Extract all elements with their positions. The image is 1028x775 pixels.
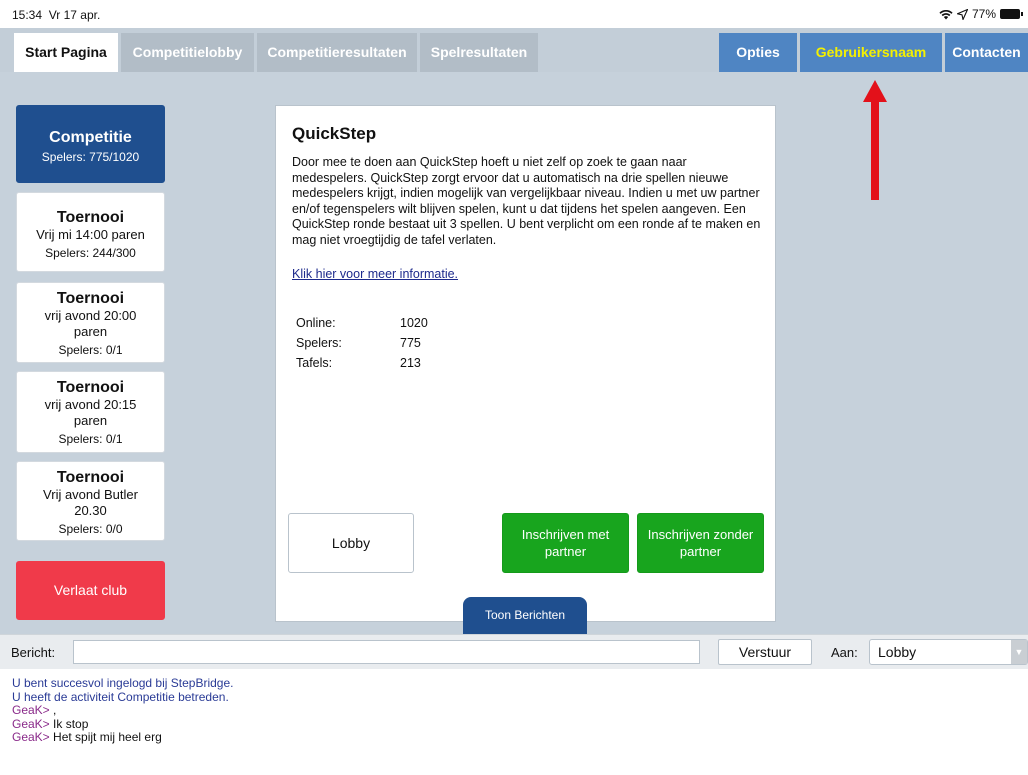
sidebar-item-competitie[interactable]: Competitie Spelers: 775/1020 (16, 105, 165, 183)
register-with-partner-button[interactable]: Inschrijven met partner (502, 513, 629, 573)
message-label: Bericht: (11, 645, 56, 660)
sidebar-item-title: Toernooi (56, 469, 125, 486)
chat-line: U bent succesvol ingelogd bij StepBridge… (12, 676, 234, 690)
stat-row-spelers: Spelers: 775 (296, 336, 428, 356)
panel-description: Door mee te doen aan QuickStep hoeft u n… (292, 155, 761, 247)
chat-log: U bent succesvol ingelogd bij StepBridge… (0, 669, 1028, 775)
sidebar-item-toernooi-4[interactable]: Toernooi Vrij avond Butler 20.30 Spelers… (16, 461, 165, 541)
stat-value: 1020 (400, 316, 428, 330)
more-info-link[interactable]: Klik hier voor meer informatie. (292, 267, 458, 281)
chat-nick: GeaK> (12, 703, 50, 717)
battery-percentage: 77% (971, 7, 996, 21)
sidebar-item-title: Toernooi (56, 290, 125, 307)
tab-bar: Start Pagina Competitielobby Competitier… (0, 28, 1028, 72)
chat-line: GeaK> Het spijt mij heel erg (12, 730, 1016, 745)
sidebar-item-players: Spelers: 0/1 (58, 432, 123, 446)
status-date: Vr 17 apr. (48, 8, 101, 22)
tab-spelresultaten[interactable]: Spelresultaten (420, 33, 538, 72)
tab-competitieresultaten[interactable]: Competitieresultaten (257, 33, 417, 72)
chat-nick: GeaK> (12, 730, 50, 744)
tab-opties[interactable]: Opties (719, 33, 797, 72)
recipient-select[interactable]: Lobby ▼ (869, 639, 1028, 665)
sidebar-item-title: Toernooi (56, 379, 125, 396)
register-without-partner-button[interactable]: Inschrijven zonder partner (637, 513, 764, 573)
wifi-icon (939, 9, 953, 19)
status-right: 77% (939, 7, 1023, 21)
status-time-date: 15:34 Vr 17 apr. (12, 8, 100, 22)
lobby-button[interactable]: Lobby (288, 513, 414, 573)
tab-competitielobby[interactable]: Competitielobby (121, 33, 254, 72)
sidebar-item-players: Spelers: 0/0 (58, 522, 123, 536)
stat-label: Online: (296, 316, 336, 330)
sidebar-item-players: Spelers: 775/1020 (41, 150, 140, 164)
tab-gebruikersnaam[interactable]: Gebruikersnaam (800, 33, 942, 72)
panel-title: QuickStep (292, 124, 377, 143)
chat-text: Ik stop (49, 716, 89, 731)
sidebar-item-sub: Vrij avond Butler 20.30 (43, 487, 138, 518)
sidebar-item-players: Spelers: 244/300 (45, 246, 136, 260)
sidebar-item-sub: Vrij mi 14:00 paren (36, 227, 145, 242)
chat-nick: GeaK> (12, 716, 50, 731)
status-bar: 15:34 Vr 17 apr. 77% (0, 0, 1028, 28)
chat-text: , (49, 703, 57, 717)
stats-table: Online: 1020 Spelers: 775 Tafels: 213 (296, 316, 428, 376)
chat-line: U heeft de activiteit Competitie betrede… (12, 689, 229, 704)
sidebar-item-players: Spelers: 0/1 (58, 343, 123, 357)
message-input[interactable] (73, 640, 700, 664)
stat-row-tafels: Tafels: 213 (296, 356, 428, 376)
red-arrow-annotation (863, 80, 887, 200)
sidebar-item-toernooi-3[interactable]: Toernooi vrij avond 20:15 paren Spelers:… (16, 371, 165, 453)
chat-line: GeaK> Ik stop (12, 716, 1016, 732)
sidebar-item-sub: vrij avond 20:15 paren (44, 397, 137, 428)
location-icon (956, 8, 968, 20)
tab-contacten[interactable]: Contacten (945, 33, 1028, 72)
show-messages-button[interactable]: Toon Berichten (463, 597, 587, 634)
quickstep-panel: QuickStep Door mee te doen aan QuickStep… (275, 105, 776, 622)
stat-value: 775 (400, 336, 421, 350)
battery-icon (1000, 9, 1023, 19)
status-time: 15:34 (12, 8, 43, 22)
leave-club-button[interactable]: Verlaat club (16, 561, 165, 620)
chat-line: GeaK> , (12, 703, 1016, 718)
stat-label: Spelers: (296, 336, 342, 350)
sidebar-item-toernooi-2[interactable]: Toernooi vrij avond 20:00 paren Spelers:… (16, 282, 165, 363)
sidebar-item-title: Toernooi (56, 209, 125, 226)
sidebar-item-sub: vrij avond 20:00 paren (44, 308, 137, 339)
recipient-value: Lobby (878, 644, 917, 660)
stat-label: Tafels: (296, 356, 333, 370)
dropdown-caret-icon: ▼ (1011, 640, 1027, 664)
sidebar-item-toernooi-1[interactable]: Toernooi Vrij mi 14:00 paren Spelers: 24… (16, 192, 165, 272)
chat-text: Het spijt mij heel erg (49, 730, 162, 744)
recipient-label: Aan: (831, 645, 858, 660)
stat-row-online: Online: 1020 (296, 316, 428, 336)
stat-value: 213 (400, 356, 421, 370)
sidebar-item-title: Competitie (49, 129, 132, 146)
send-button[interactable]: Verstuur (718, 639, 812, 665)
tab-start-pagina[interactable]: Start Pagina (14, 33, 118, 72)
message-bar: Bericht: Verstuur Aan: Lobby ▼ (0, 634, 1028, 669)
